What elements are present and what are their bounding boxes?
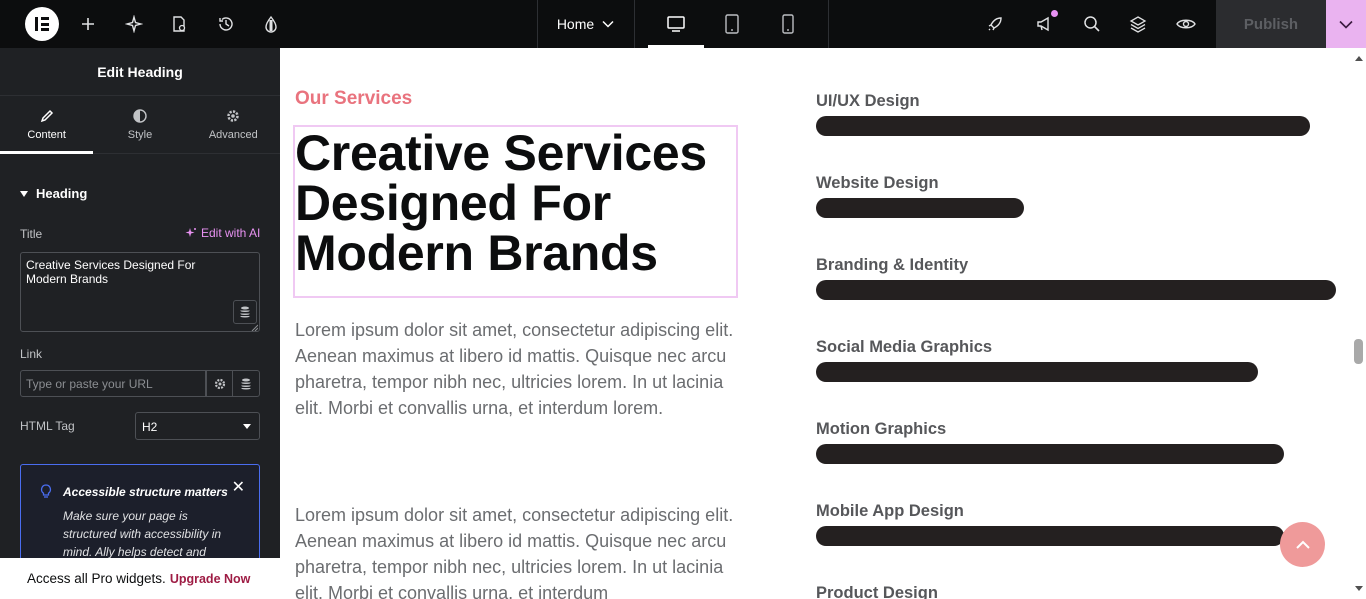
services-eyebrow[interactable]: Our Services [295, 88, 412, 110]
services-paragraph-1[interactable]: Lorem ipsum dolor sit amet, consectetur … [295, 317, 740, 421]
link-label: Link [20, 347, 43, 361]
chevron-up-icon [1295, 540, 1310, 549]
resize-handle-icon[interactable] [251, 324, 258, 331]
scroll-down-arrow-icon[interactable] [1355, 586, 1363, 591]
pro-text: Access all Pro widgets. [27, 571, 166, 586]
title-label: Title [20, 227, 43, 241]
ai-sparkle-icon [185, 228, 196, 237]
gear-icon [214, 378, 225, 389]
panel-tabs: Content Style Advanced [0, 96, 280, 154]
skill-label: UI/UX Design [816, 92, 920, 110]
close-icon[interactable]: ✕ [232, 479, 245, 497]
search-icon[interactable] [1072, 0, 1112, 48]
tab-advanced-label: Advanced [208, 128, 258, 141]
skill-progress-bar [816, 116, 1310, 136]
title-textarea[interactable]: Creative Services Designed For Modern Br… [20, 252, 260, 332]
desktop-view-icon[interactable] [648, 0, 704, 48]
navigator-layers-icon[interactable] [1118, 0, 1158, 48]
section-heading-label: Heading [36, 186, 88, 201]
preview-eye-icon[interactable] [1166, 0, 1206, 48]
tab-style-label: Style [127, 128, 153, 141]
scroll-up-arrow-icon[interactable] [1355, 56, 1363, 61]
chevron-down-icon [1339, 20, 1353, 29]
database-icon [240, 306, 250, 318]
tab-content-label: Content [27, 128, 66, 141]
pencil-icon [40, 109, 53, 122]
page-name: Home [556, 16, 595, 32]
scroll-to-top-button[interactable] [1280, 522, 1325, 567]
upgrade-now-link[interactable]: Upgrade Now [170, 572, 251, 586]
skill-progress-bar [816, 526, 1284, 546]
history-icon[interactable] [206, 0, 246, 48]
upgrade-bar: Access all Pro widgets. Upgrade Now [0, 558, 280, 599]
html-tag-select[interactable]: H2 [135, 412, 260, 440]
gear-icon [227, 109, 240, 122]
notice-title: Accessible structure matters [63, 485, 228, 499]
preview-canvas: Our Services Creative Services Designed … [280, 48, 1352, 599]
html-tag-value: H2 [142, 420, 158, 434]
chevron-down-icon [602, 20, 614, 28]
services-heading[interactable]: Creative Services Designed For Modern Br… [295, 128, 735, 278]
skill-label: Product Design [816, 584, 938, 599]
caret-down-icon [20, 190, 28, 197]
caret-down-icon [243, 424, 251, 429]
tablet-view-icon[interactable] [704, 0, 760, 48]
services-paragraph-2[interactable]: Lorem ipsum dolor sit amet, consectetur … [295, 502, 740, 599]
skill-progress-bar [816, 444, 1284, 464]
skill-label: Social Media Graphics [816, 338, 993, 356]
whats-new-megaphone-icon[interactable] [1024, 0, 1064, 48]
top-bar: Home Publish [0, 0, 1366, 48]
scrollbar-thumb[interactable] [1354, 339, 1363, 364]
skill-label: Website Design [816, 174, 939, 192]
publish-button[interactable]: Publish [1216, 0, 1326, 48]
add-element-icon[interactable] [68, 0, 108, 48]
page-settings-icon[interactable] [159, 0, 199, 48]
launchpad-rocket-icon[interactable] [975, 0, 1015, 48]
link-options-button[interactable] [206, 370, 233, 397]
style-contrast-icon [133, 108, 147, 123]
section-heading-toggle[interactable]: Heading [20, 186, 87, 201]
page-selector[interactable]: Home [537, 0, 635, 48]
skill-label: Motion Graphics [816, 420, 947, 438]
notice-body: Make sure your page is structured with a… [63, 509, 222, 559]
notification-dot [1051, 10, 1058, 17]
database-icon [241, 378, 251, 389]
ai-sparkle-icon[interactable] [114, 0, 154, 48]
skill-progress-bar [816, 280, 1336, 300]
elementor-logo-icon[interactable] [25, 7, 59, 41]
tab-style[interactable]: Style [93, 96, 186, 153]
skill-label: Mobile App Design [816, 502, 964, 520]
editor-panel: Edit Heading Content Style Advanced Head… [0, 48, 280, 599]
link-dynamic-tags-button[interactable] [232, 370, 260, 397]
panel-title: Edit Heading [0, 48, 280, 96]
mobile-view-icon[interactable] [760, 0, 816, 48]
lightbulb-icon [40, 484, 52, 498]
canvas-scrollbar[interactable] [1352, 48, 1366, 599]
skill-progress-bar [816, 362, 1258, 382]
html-tag-label: HTML Tag [20, 419, 75, 433]
skill-label: Branding & Identity [816, 256, 969, 274]
edit-with-ai-link[interactable]: Edit with AI [185, 226, 260, 240]
skill-progress-bar [816, 198, 1024, 218]
publish-options-button[interactable] [1326, 0, 1366, 48]
tab-advanced[interactable]: Advanced [187, 96, 280, 153]
site-settings-icon[interactable] [251, 0, 291, 48]
link-url-input[interactable]: Type or paste your URL [20, 370, 206, 397]
tab-content[interactable]: Content [0, 96, 94, 154]
edit-with-ai-label: Edit with AI [201, 226, 261, 240]
dynamic-tags-button[interactable] [233, 300, 257, 324]
